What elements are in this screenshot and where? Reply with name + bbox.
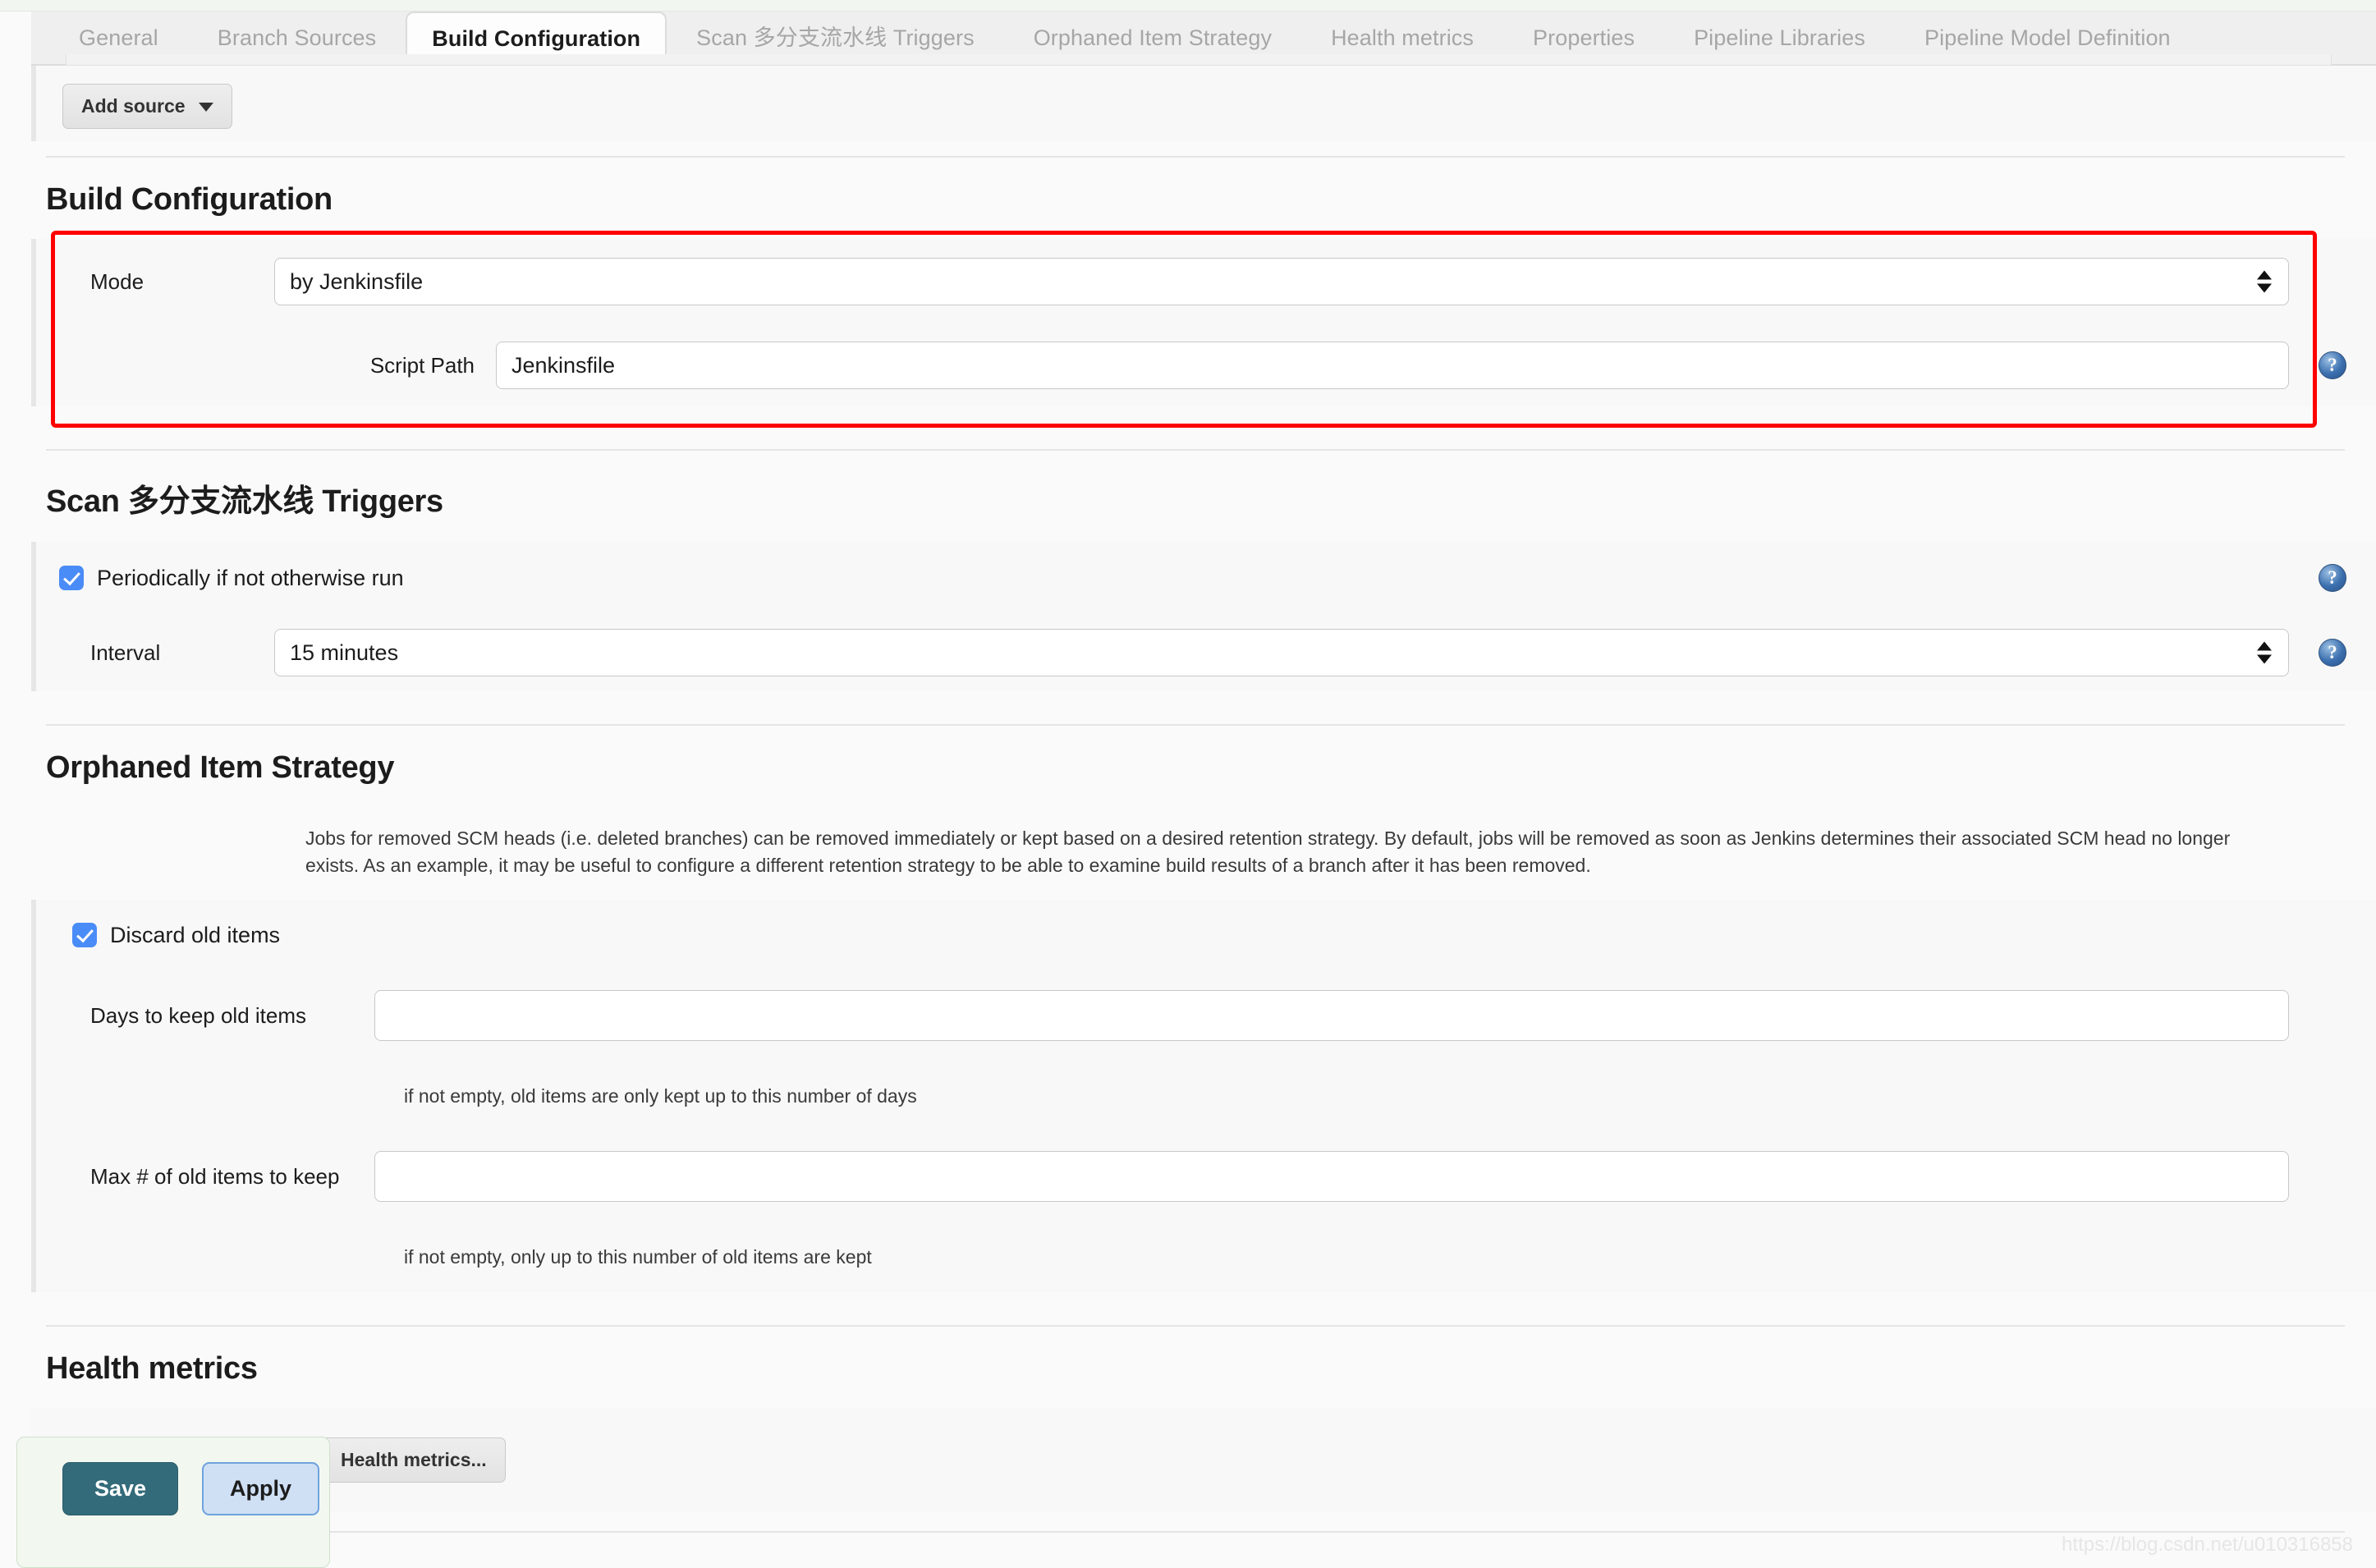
health-metrics-row: Health metrics... <box>31 1408 2376 1512</box>
mode-control: by Jenkinsfile <box>274 258 2289 305</box>
add-source-button[interactable]: Add source <box>62 84 232 129</box>
branch-sources-panel-stub <box>66 54 2332 66</box>
days-to-keep-input[interactable] <box>374 990 2289 1042</box>
max-items-label: Max # of old items to keep <box>90 1163 340 1189</box>
build-configuration-heading: Build Configuration <box>46 182 333 217</box>
apply-button[interactable]: Apply <box>202 1462 320 1515</box>
days-to-keep-control <box>374 990 2289 1042</box>
mode-value: by Jenkinsfile <box>290 269 424 294</box>
days-to-keep-row: Days to keep old items <box>31 970 2376 1061</box>
branch-sources-footer: Add source <box>31 54 2376 141</box>
interval-control: 15 minutes <box>274 629 2289 676</box>
mode-label: Mode <box>90 268 144 294</box>
max-items-input[interactable] <box>374 1151 2289 1203</box>
interval-label: Interval <box>90 640 161 665</box>
mode-select[interactable]: by Jenkinsfile <box>274 258 2289 305</box>
days-to-keep-hint: if not empty, old items are only kept up… <box>404 1084 917 1107</box>
select-arrows-icon <box>2257 641 2272 664</box>
periodically-label: Periodically if not otherwise run <box>97 565 404 590</box>
days-hint-row: if not empty, old items are only kept up… <box>31 1061 2376 1132</box>
health-metrics-heading: Health metrics <box>46 1351 258 1387</box>
properties-heading: Properties <box>0 1533 2376 1568</box>
max-items-hint: if not empty, only up to this number of … <box>404 1245 872 1268</box>
interval-help-icon[interactable]: ? <box>2319 639 2346 667</box>
watermark: https://blog.csdn.net/u010316858 <box>2062 1534 2353 1556</box>
max-items-control <box>374 1151 2289 1203</box>
add-source-label: Add source <box>81 95 186 117</box>
mode-row: Mode by Jenkinsfile <box>31 239 2376 324</box>
interval-row: Interval 15 minutes ? <box>31 614 2376 691</box>
discard-old-items-checkbox[interactable] <box>72 923 97 948</box>
interval-select[interactable]: 15 minutes <box>274 629 2289 676</box>
orphaned-item-strategy-heading: Orphaned Item Strategy <box>46 750 395 785</box>
scan-triggers-heading: Scan 多分支流水线 Triggers <box>46 484 443 519</box>
save-bar: Save Apply <box>16 1437 330 1568</box>
jenkins-config-page: General Branch Sources Build Configurati… <box>0 0 2376 1568</box>
save-button[interactable]: Save <box>62 1462 179 1515</box>
script-path-row: Script Path ? <box>31 324 2376 406</box>
script-path-help-icon[interactable]: ? <box>2319 351 2346 379</box>
script-path-control <box>496 342 2289 389</box>
periodically-row: Periodically if not otherwise run ? <box>31 542 2376 614</box>
health-metrics-button[interactable]: Health metrics... <box>322 1437 506 1483</box>
config-content: Add source Build Configuration Mode by J… <box>0 54 2376 1568</box>
orphaned-description: Jobs for removed SCM heads (i.e. deleted… <box>305 828 2231 876</box>
select-arrows-icon <box>2257 270 2272 293</box>
chevron-down-icon <box>198 103 213 112</box>
periodically-checkbox[interactable] <box>59 566 84 590</box>
max-hint-row: if not empty, only up to this number of … <box>31 1222 2376 1293</box>
max-items-row: Max # of old items to keep <box>31 1131 2376 1222</box>
interval-value: 15 minutes <box>290 640 399 665</box>
script-path-input[interactable] <box>496 342 2289 389</box>
script-path-label: Script Path <box>369 352 475 378</box>
discard-old-items-row: Discard old items <box>31 900 2376 971</box>
days-to-keep-label: Days to keep old items <box>90 1002 307 1028</box>
discard-old-items-label: Discard old items <box>110 922 281 947</box>
build-config-spacer <box>0 406 2376 449</box>
periodically-help-icon[interactable]: ? <box>2319 564 2346 592</box>
top-strip <box>0 0 2376 11</box>
orphaned-description-wrap: Jobs for removed SCM heads (i.e. deleted… <box>0 807 2376 900</box>
